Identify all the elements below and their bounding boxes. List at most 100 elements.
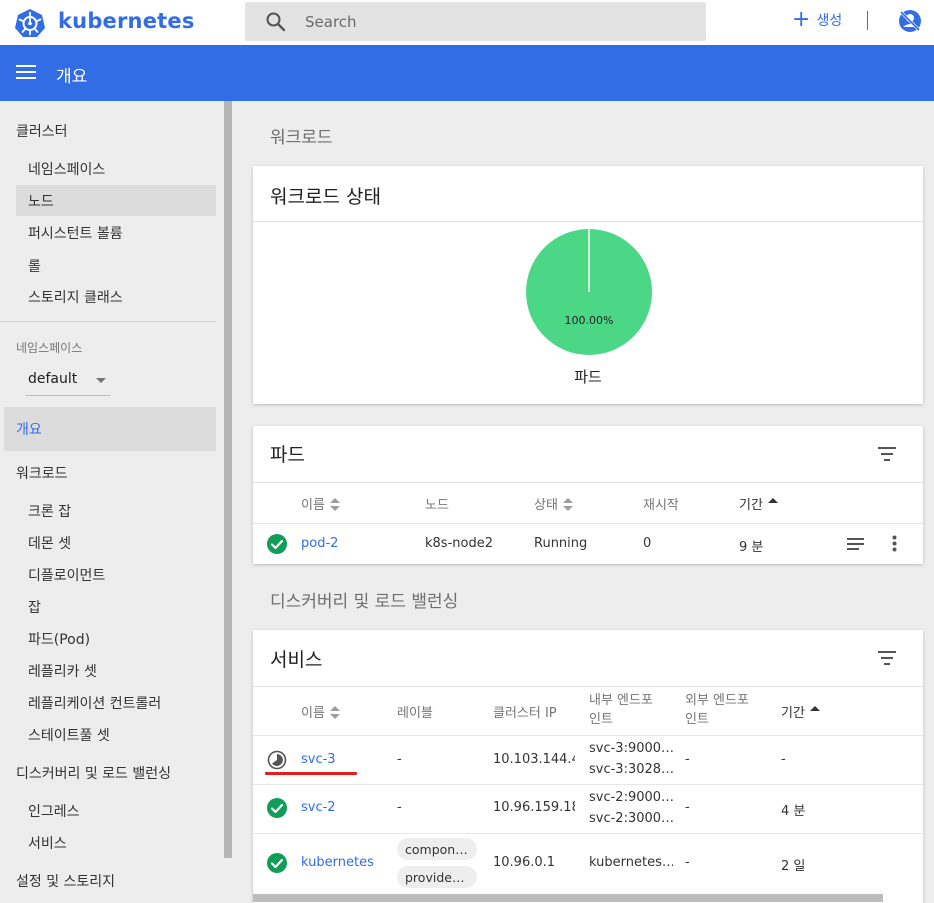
- horizontal-scrollbar[interactable]: [253, 894, 883, 902]
- svc-col-age-label: 기간: [781, 706, 805, 721]
- service-labels: -: [397, 752, 402, 767]
- status-ok-icon: [267, 853, 287, 873]
- chevron-down-icon: [96, 378, 106, 383]
- sidebar-item-namespaces[interactable]: 네임스페이스: [28, 159, 105, 179]
- pod-name-link[interactable]: pod-2: [301, 536, 338, 551]
- search-input[interactable]: [305, 2, 695, 41]
- label-chip: provider: k…: [397, 866, 477, 888]
- account-off-icon[interactable]: [897, 8, 923, 34]
- sidebar-item-services[interactable]: 서비스: [28, 833, 67, 853]
- create-button[interactable]: + 생성: [792, 7, 842, 33]
- service-age: 4 분: [781, 804, 806, 819]
- sidebar-header-discovery[interactable]: 디스커버리 및 로드 밸런싱: [16, 763, 171, 783]
- pods-col-status-label: 상태: [534, 498, 558, 513]
- service-name-link[interactable]: kubernetes: [301, 855, 374, 870]
- workload-status-title: 워크로드 상태: [270, 186, 381, 208]
- service-internal-endpoint: svc-3:3028…: [589, 762, 673, 777]
- sidebar-scrollbar[interactable]: [224, 101, 232, 858]
- sort-asc-icon: [809, 705, 820, 720]
- pod-age: 9 분: [739, 540, 764, 555]
- sidebar-item-roles[interactable]: 롤: [28, 256, 41, 276]
- workload-status-card: 워크로드 상태 100.00% 파드: [253, 166, 923, 404]
- sidebar-item-cron-jobs[interactable]: 크론 잡: [28, 501, 71, 521]
- sidebar-item-persistent-volumes[interactable]: 퍼시스턴트 볼륨: [28, 223, 123, 243]
- card-divider: [253, 482, 923, 483]
- plus-icon: +: [792, 7, 811, 32]
- sidebar-header-workloads[interactable]: 워크로드: [16, 463, 68, 483]
- top-bar: kubernetes + 생성: [0, 0, 934, 45]
- pods-card-title: 파드: [270, 444, 305, 466]
- sidebar-item-pods[interactable]: 파드(Pod): [28, 629, 90, 649]
- service-external-endpoint: -: [685, 800, 690, 815]
- sidebar-item-nodes[interactable]: 노드: [28, 191, 54, 211]
- services-card: 서비스 이름 레이블 클러스터 IP 내부 엔드포 인트 외부 엔드포 인트 기…: [253, 630, 923, 903]
- sidebar-item-daemon-sets[interactable]: 데몬 셋: [28, 533, 71, 553]
- more-vert-icon[interactable]: [892, 535, 897, 552]
- service-internal-endpoint: svc-2:9000…: [589, 790, 673, 805]
- sidebar-item-storage-classes[interactable]: 스토리지 클래스: [28, 287, 123, 307]
- row-divider: [253, 735, 923, 736]
- service-external-endpoint: -: [685, 752, 690, 767]
- sidebar-item-overview[interactable]: 개요: [16, 419, 42, 439]
- status-ok-icon: [267, 534, 287, 554]
- logs-icon[interactable]: [847, 537, 864, 551]
- svc-col-name-label: 이름: [301, 706, 325, 721]
- sort-icon: [329, 497, 340, 512]
- service-internal-endpoint: kubernetes…: [589, 855, 673, 870]
- sort-icon: [329, 705, 340, 720]
- pods-col-node: 노드: [425, 498, 449, 513]
- sidebar-item-replication-controllers[interactable]: 레플리케이션 컨트롤러: [28, 693, 161, 713]
- svc-col-internal-endpoints: 내부 엔드포 인트: [589, 693, 653, 727]
- pod-node: k8s-node2: [425, 536, 493, 551]
- section-title-workloads: 워크로드: [270, 128, 333, 148]
- service-external-endpoint: -: [685, 855, 690, 870]
- service-cluster-ip: 10.103.144.4: [493, 752, 575, 767]
- card-divider: [253, 686, 923, 687]
- row-divider: [253, 833, 923, 834]
- sidebar-item-deployments[interactable]: 디플로이먼트: [28, 565, 105, 585]
- namespace-select[interactable]: default: [26, 368, 110, 396]
- sidebar-item-jobs[interactable]: 잡: [28, 597, 41, 617]
- sidebar-header-config-storage[interactable]: 설정 및 스토리지: [16, 871, 115, 891]
- pods-col-name-label: 이름: [301, 498, 325, 513]
- sidebar-item-stateful-sets[interactable]: 스테이트풀 셋: [28, 725, 110, 745]
- pie-percent-label: 100.00%: [565, 314, 614, 327]
- sidebar-item-ingresses[interactable]: 인그레스: [28, 801, 80, 821]
- svc-col-name[interactable]: 이름: [301, 702, 340, 721]
- page-header: 개요: [0, 45, 934, 101]
- pod-status: Running: [534, 536, 588, 551]
- status-pending-icon: [267, 750, 287, 770]
- pods-col-age[interactable]: 기간: [739, 494, 778, 513]
- pod-restarts: 0: [643, 536, 652, 551]
- service-name-link[interactable]: svc-3: [301, 752, 336, 767]
- service-cluster-ip: 10.96.0.1: [493, 855, 556, 870]
- search-box[interactable]: [245, 2, 706, 41]
- pods-col-name[interactable]: 이름: [301, 494, 340, 513]
- page-title: 개요: [56, 67, 88, 87]
- search-icon: [266, 12, 286, 32]
- service-internal-endpoint: svc-2:3000…: [589, 811, 673, 826]
- status-ok-icon: [267, 798, 287, 818]
- sidebar-item-replica-sets[interactable]: 레플리카 셋: [28, 661, 97, 681]
- service-age: 2 일: [781, 859, 806, 874]
- filter-icon[interactable]: [877, 651, 897, 665]
- kubernetes-logo-icon[interactable]: [14, 8, 46, 38]
- service-age: -: [781, 752, 786, 767]
- sort-asc-icon: [767, 497, 778, 512]
- svc-col-external-endpoints: 외부 엔드포 인트: [685, 693, 749, 727]
- pie-caption: 파드: [574, 368, 602, 386]
- service-name-link[interactable]: svc-2: [301, 800, 336, 815]
- services-card-title: 서비스: [270, 649, 323, 671]
- brand-name[interactable]: kubernetes: [58, 9, 195, 33]
- namespace-select-value: default: [28, 371, 78, 387]
- hamburger-menu-icon[interactable]: [16, 65, 36, 79]
- pods-card: 파드 이름 노드 상태 재시작 기간 pod-2 k8s-node2 Runni…: [253, 426, 923, 564]
- workload-status-pie-chart: 100.00%: [526, 229, 652, 355]
- pods-col-restarts: 재시작: [643, 498, 679, 513]
- svc-col-age[interactable]: 기간: [781, 702, 820, 721]
- sort-icon: [562, 497, 573, 512]
- pods-col-status[interactable]: 상태: [534, 494, 573, 513]
- filter-icon[interactable]: [877, 447, 897, 461]
- sidebar-header-cluster[interactable]: 클러스터: [16, 121, 68, 141]
- row-divider: [253, 784, 923, 785]
